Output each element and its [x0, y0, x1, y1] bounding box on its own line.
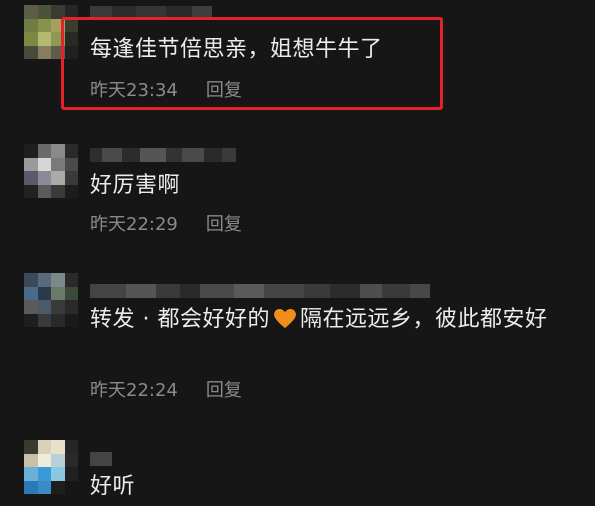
comment-text-part: 隔在远远乡，彼此都安好: [299, 307, 548, 332]
avatar[interactable]: [24, 144, 78, 198]
comment-meta: 昨天22:29 回复: [90, 210, 242, 236]
comment-time: 昨天22:29: [90, 214, 178, 235]
comment-text: 好厉害啊: [90, 173, 181, 198]
highlight-box: [61, 17, 443, 110]
username-blurred[interactable]: [90, 452, 112, 466]
reply-button[interactable]: 回复: [206, 210, 242, 236]
username-blurred[interactable]: [90, 148, 236, 162]
comment-text: 好听: [90, 474, 136, 499]
orange-heart-icon: [274, 309, 296, 329]
comment-time: 昨天22:24: [90, 380, 178, 401]
comment-text-part: 转发 · 都会好好的: [90, 307, 270, 332]
reply-button[interactable]: 回复: [206, 376, 242, 402]
comment-meta: 昨天22:24 回复: [90, 376, 242, 402]
comment-text: 转发 · 都会好好的 隔在远远乡，彼此都安好: [90, 303, 573, 336]
username-blurred[interactable]: [90, 284, 430, 298]
avatar[interactable]: [24, 273, 78, 327]
avatar[interactable]: [24, 440, 78, 494]
